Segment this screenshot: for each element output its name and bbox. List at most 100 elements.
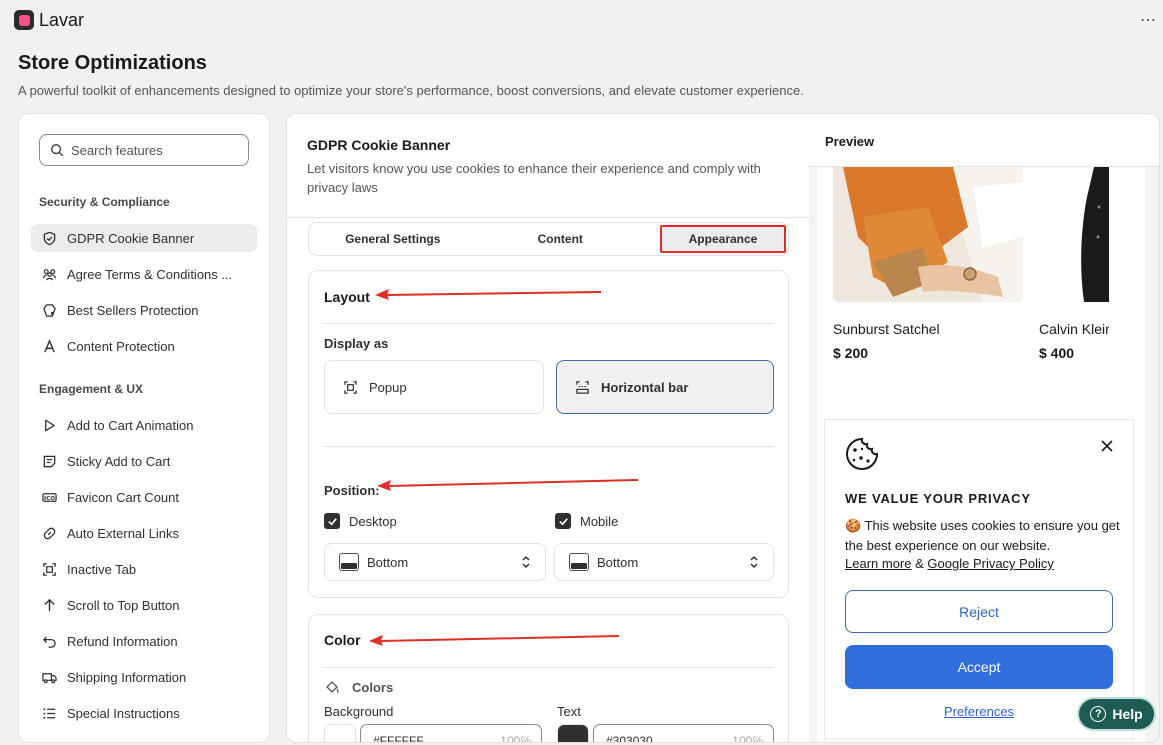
position-label: Position:	[324, 483, 380, 498]
privacy-policy-link[interactable]: Google Privacy Policy	[927, 556, 1053, 571]
settings-tabs: General Settings Content Appearance	[308, 222, 789, 256]
sidebar-item-best-sellers-protection[interactable]: Best Sellers Protection	[31, 296, 257, 324]
feature-title: GDPR Cookie Banner	[307, 137, 451, 153]
svg-text:ICO: ICO	[44, 495, 55, 501]
preview-frame: Sunburst Satchel $ 200 Calvin Klein $ 40…	[809, 166, 1159, 742]
search-field[interactable]	[39, 134, 249, 166]
product-image-calvin-klein	[1039, 167, 1109, 302]
background-color-field[interactable]: #FFFFFF 100%	[360, 724, 542, 743]
undo-icon	[41, 633, 57, 649]
sidebar-item-label: Refund Information	[67, 633, 178, 649]
accept-button[interactable]: Accept	[845, 645, 1113, 689]
background-hex-value: #FFFFFF	[373, 734, 424, 743]
cookie-links: Learn more & Google Privacy Policy	[845, 556, 1054, 571]
sidebar-item-content-protection[interactable]: Content Protection	[31, 332, 257, 360]
sidebar-item-label: Content Protection	[67, 338, 175, 354]
text-color-field[interactable]: #303030 100%	[593, 724, 774, 743]
truck-icon	[41, 669, 57, 685]
sidebar-item-label: Shipping Information	[67, 669, 187, 685]
app-name: Lavar	[39, 9, 85, 30]
sidebar-item-scroll-to-top[interactable]: Scroll to Top Button	[31, 591, 257, 619]
sidebar-item-label: Add to Cart Animation	[67, 417, 194, 433]
mobile-checkbox[interactable]: Mobile	[555, 513, 618, 529]
display-option-popup[interactable]: Popup	[324, 360, 544, 414]
sidebar-item-label: Sticky Add to Cart	[67, 453, 171, 469]
text-hex-value: #303030	[606, 734, 653, 743]
sidebar-item-label: Special Instructions	[67, 705, 180, 721]
display-option-horizontal-bar[interactable]: Horizontal bar	[556, 360, 774, 414]
product-name: Calvin Klein	[1039, 321, 1109, 337]
mobile-position-value: Bottom	[597, 554, 639, 570]
store-preview: Sunburst Satchel $ 200 Calvin Klein $ 40…	[817, 167, 1145, 742]
desktop-checkbox-label: Desktop	[349, 513, 397, 529]
sidebar-item-label: GDPR Cookie Banner	[67, 230, 195, 246]
sidebar-item-gdpr-cookie-banner[interactable]: GDPR Cookie Banner	[31, 224, 257, 252]
sidebar-item-refund-information[interactable]: Refund Information	[31, 627, 257, 655]
help-label: Help	[1112, 706, 1143, 722]
chevron-up-down-icon	[522, 555, 530, 569]
sidebar-item-favicon-cart-count[interactable]: ICO Favicon Cart Count	[31, 483, 257, 511]
sidebar-item-shipping-information[interactable]: Shipping Information	[31, 663, 257, 691]
preview-label: Preview	[825, 134, 875, 149]
horizontal-bar-icon	[576, 380, 589, 394]
sidebar-item-special-instructions[interactable]: Special Instructions	[31, 699, 257, 727]
sidebar-item-inactive-tab[interactable]: Inactive Tab	[31, 555, 257, 583]
sidebar-item-label: Favicon Cart Count	[67, 489, 179, 505]
links-separator: &	[915, 556, 924, 571]
product-image-satchel	[833, 167, 1023, 302]
cookie-icon	[846, 437, 879, 470]
product-name: Sunburst Satchel	[833, 321, 940, 337]
display-option-label: Horizontal bar	[601, 379, 689, 395]
chevron-up-down-icon	[750, 555, 758, 569]
layout-panel: Layout Display as Popup Horizontal bar P…	[308, 270, 789, 598]
ico-icon: ICO	[41, 489, 57, 505]
background-color-swatch[interactable]	[324, 724, 356, 742]
tab-appearance[interactable]: Appearance	[660, 225, 786, 253]
shield-check-icon	[41, 230, 57, 246]
help-icon: ?	[1090, 706, 1107, 722]
screen-bottom-icon	[569, 553, 589, 571]
features-sidebar: Security & Compliance GDPR Cookie Banner…	[18, 113, 270, 743]
cookie-message: 🍪 This website uses cookies to ensure yo…	[845, 518, 1120, 553]
background-opacity: 100%	[500, 734, 531, 743]
more-options-icon[interactable]: ⋯	[1140, 10, 1157, 30]
paint-bucket-icon	[326, 681, 339, 693]
sidebar-item-sticky-add-to-cart[interactable]: Sticky Add to Cart	[31, 447, 257, 475]
page-subtitle: A powerful toolkit of enhancements desig…	[18, 83, 804, 98]
tab-content[interactable]: Content	[480, 225, 642, 253]
settings-scroll-area[interactable]: General Settings Content Appearance Layo…	[287, 217, 809, 743]
background-color-label: Background	[324, 704, 394, 719]
sidebar-item-label: Scroll to Top Button	[67, 597, 180, 613]
sidebar-item-agree-terms[interactable]: Agree Terms & Conditions ...	[31, 260, 257, 288]
app-topbar: Lavar ⋯	[0, 0, 1163, 40]
help-button[interactable]: ? Help	[1077, 697, 1156, 731]
section-label-engagement: Engagement & UX	[39, 382, 144, 396]
display-option-label: Popup	[369, 379, 407, 395]
sidebar-item-auto-external-links[interactable]: Auto External Links	[31, 519, 257, 547]
divider	[324, 323, 774, 324]
desktop-position-select[interactable]: Bottom	[324, 543, 546, 581]
page-title: Store Optimizations	[18, 52, 207, 74]
close-icon[interactable]	[1101, 440, 1113, 452]
mobile-position-select[interactable]: Bottom	[554, 543, 774, 581]
desktop-checkbox[interactable]: Desktop	[324, 513, 397, 529]
sidebar-item-add-to-cart-animation[interactable]: Add to Cart Animation	[31, 411, 257, 439]
display-as-label: Display as	[324, 336, 389, 351]
text-color-label: Text	[557, 704, 581, 719]
color-panel: Color Colors Background Text #FFFFFF 100…	[308, 614, 789, 743]
list-icon	[41, 705, 57, 721]
checkmark-icon	[555, 513, 571, 529]
search-input[interactable]	[71, 142, 241, 158]
popup-icon	[344, 380, 357, 394]
link-icon	[41, 525, 57, 541]
learn-more-link[interactable]: Learn more	[845, 556, 911, 571]
sidebar-item-label: Auto External Links	[67, 525, 180, 541]
reject-button[interactable]: Reject	[845, 590, 1113, 633]
search-icon	[51, 144, 64, 157]
text-color-swatch[interactable]	[557, 724, 589, 742]
checkmark-icon	[324, 513, 340, 529]
feature-description: Let visitors know you use cookies to enh…	[307, 161, 761, 195]
product-price: $ 200	[833, 345, 869, 361]
note-icon	[41, 453, 57, 469]
tab-general-settings[interactable]: General Settings	[312, 225, 474, 253]
